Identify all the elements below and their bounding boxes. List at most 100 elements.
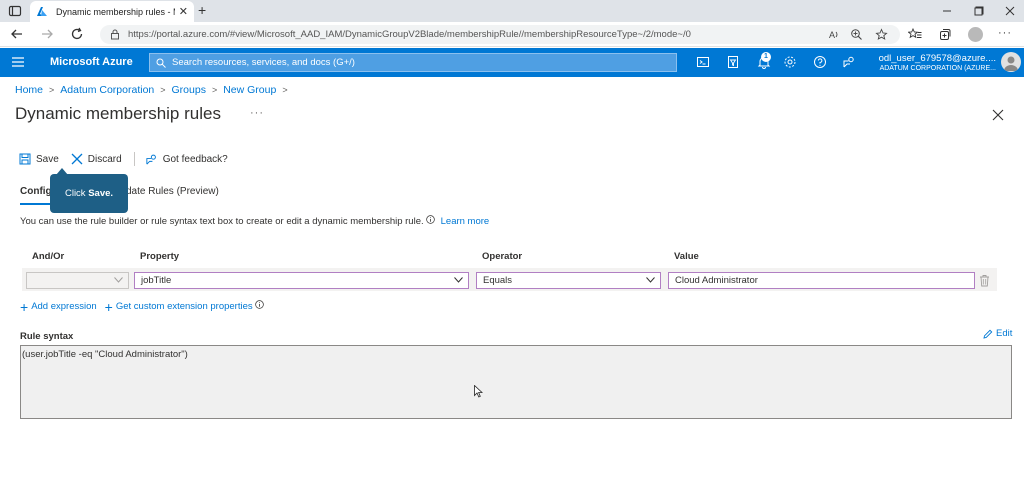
close-icon[interactable]: ✕	[179, 5, 188, 18]
forward-icon[interactable]	[40, 27, 54, 41]
close-blade-icon[interactable]	[992, 109, 1004, 121]
lock-icon[interactable]	[110, 29, 120, 40]
feedback-person-icon	[146, 154, 156, 164]
property-dropdown[interactable]: jobTitle	[134, 272, 469, 289]
custom-extension-link[interactable]: Get custom extension properties	[116, 301, 253, 312]
save-icon	[19, 153, 31, 165]
add-icon: +	[20, 298, 29, 315]
favorites-icon[interactable]	[908, 27, 922, 41]
close-window-icon[interactable]	[1003, 4, 1017, 18]
info-icon[interactable]	[425, 215, 435, 224]
chevron-down-icon	[114, 277, 123, 283]
rule-links: + Add expression + Get custom extension …	[20, 298, 264, 315]
save-button[interactable]: Save	[19, 153, 59, 165]
chevron-down-icon	[646, 277, 655, 283]
command-bar: Save Discard Got feedback?	[19, 150, 240, 168]
minimize-icon[interactable]	[940, 4, 954, 18]
zoom-icon[interactable]	[850, 28, 863, 41]
chevron-right-icon: >	[49, 85, 55, 95]
column-header-value: Value	[674, 251, 699, 262]
directory-filter-icon[interactable]	[726, 55, 740, 69]
operator-dropdown[interactable]: Equals	[476, 272, 661, 289]
instruction-callout: Click Save.	[50, 174, 128, 213]
search-icon	[156, 58, 166, 68]
more-icon[interactable]: ···	[998, 27, 1012, 39]
callout-bold: Save.	[88, 188, 114, 199]
column-header-property: Property	[140, 251, 180, 262]
browser-tab-strip: Dynamic membership rules - Mi ✕ +	[0, 0, 1024, 22]
discard-icon	[71, 153, 83, 165]
mouse-cursor-icon	[474, 385, 483, 398]
azure-favicon	[37, 6, 47, 16]
azure-header: Microsoft Azure Search resources, servic…	[0, 48, 1024, 77]
chevron-right-icon: >	[282, 85, 288, 95]
cloud-shell-icon[interactable]	[696, 55, 710, 69]
breadcrumb-groups[interactable]: Groups	[172, 84, 206, 96]
favorite-icon[interactable]	[875, 28, 888, 41]
value-input[interactable]: Cloud Administrator	[668, 272, 975, 289]
breadcrumb-new-group[interactable]: New Group	[223, 84, 276, 96]
avatar[interactable]	[1001, 52, 1021, 72]
account-org: ADATUM CORPORATION (AZURE...	[879, 65, 996, 72]
help-icon[interactable]	[813, 55, 827, 69]
collections-icon[interactable]	[938, 27, 952, 41]
azure-brand[interactable]: Microsoft Azure	[50, 56, 133, 68]
url-field[interactable]: https://portal.azure.com/#view/Microsoft…	[100, 25, 900, 44]
hamburger-menu-icon[interactable]	[12, 57, 24, 67]
info-description: You can use the rule builder or rule syn…	[20, 216, 424, 227]
profile-icon[interactable]	[968, 27, 983, 42]
browser-tab[interactable]: Dynamic membership rules - Mi ✕	[30, 1, 194, 22]
page-title: Dynamic membership rules	[15, 104, 221, 123]
add-expression-link[interactable]: Add expression	[31, 301, 96, 312]
edit-label: Edit	[996, 328, 1013, 339]
command-divider	[133, 152, 135, 166]
chevron-right-icon: >	[160, 85, 166, 95]
back-icon[interactable]	[10, 27, 24, 41]
pencil-icon	[983, 329, 993, 339]
svg-text:A: A	[829, 30, 835, 40]
more-options-icon[interactable]: ···	[250, 107, 264, 119]
rule-syntax-label: Rule syntax	[20, 331, 74, 342]
tab-title: Dynamic membership rules - Mi	[56, 6, 175, 17]
breadcrumb-adatum[interactable]: Adatum Corporation	[60, 84, 154, 96]
maximize-icon[interactable]	[972, 4, 986, 18]
user-avatar-icon	[1004, 56, 1018, 71]
settings-icon[interactable]	[783, 55, 797, 69]
notification-badge: 1	[761, 52, 771, 62]
breadcrumb-home[interactable]: Home	[15, 84, 43, 96]
delete-icon[interactable]	[979, 274, 990, 287]
info-text: You can use the rule builder or rule syn…	[20, 215, 489, 228]
add-icon: +	[104, 298, 113, 315]
property-value: jobTitle	[141, 275, 172, 286]
new-tab-icon[interactable]: +	[198, 2, 206, 18]
account-info[interactable]: odl_user_679578@azure.... ADATUM CORPORA…	[876, 53, 996, 72]
tab-configure[interactable]: Config	[20, 186, 52, 197]
edit-button[interactable]: Edit	[983, 328, 1012, 339]
callout-prefix: Click	[64, 188, 89, 199]
rule-syntax-textbox[interactable]: (user.jobTitle -eq "Cloud Administrator"…	[20, 345, 1012, 419]
account-username: odl_user_679578@azure....	[878, 53, 996, 64]
learn-more-link[interactable]: Learn more	[441, 216, 490, 227]
operator-value: Equals	[483, 275, 513, 286]
refresh-icon[interactable]	[70, 27, 84, 41]
breadcrumb: Home > Adatum Corporation > Groups > New Gr…	[15, 84, 294, 96]
rule-syntax-text: (user.jobTitle -eq "Cloud Administrator"…	[22, 349, 188, 360]
discard-button[interactable]: Discard	[71, 153, 122, 165]
info-icon[interactable]	[254, 300, 264, 309]
search-input[interactable]: Search resources, services, and docs (G+…	[149, 53, 677, 72]
value-text: Cloud Administrator	[675, 275, 758, 286]
discard-label: Discard	[87, 153, 122, 165]
search-placeholder: Search resources, services, and docs (G+…	[172, 57, 355, 68]
andor-dropdown[interactable]	[26, 272, 129, 289]
feedback-button[interactable]: Got feedback?	[145, 153, 228, 166]
chevron-right-icon: >	[211, 85, 218, 95]
window-icon[interactable]	[8, 4, 22, 18]
feedback-label: Got feedback?	[162, 153, 228, 165]
feedback-icon[interactable]	[842, 55, 856, 69]
column-header-andor: And/Or	[32, 251, 65, 262]
chevron-down-icon	[454, 277, 463, 283]
url-text: https://portal.azure.com/#view/Microsoft…	[128, 29, 691, 40]
read-aloud-icon[interactable]: A	[828, 28, 841, 41]
column-header-operator: Operator	[482, 251, 523, 262]
tab-validate-rules[interactable]: date Rules (Preview)	[126, 186, 219, 197]
